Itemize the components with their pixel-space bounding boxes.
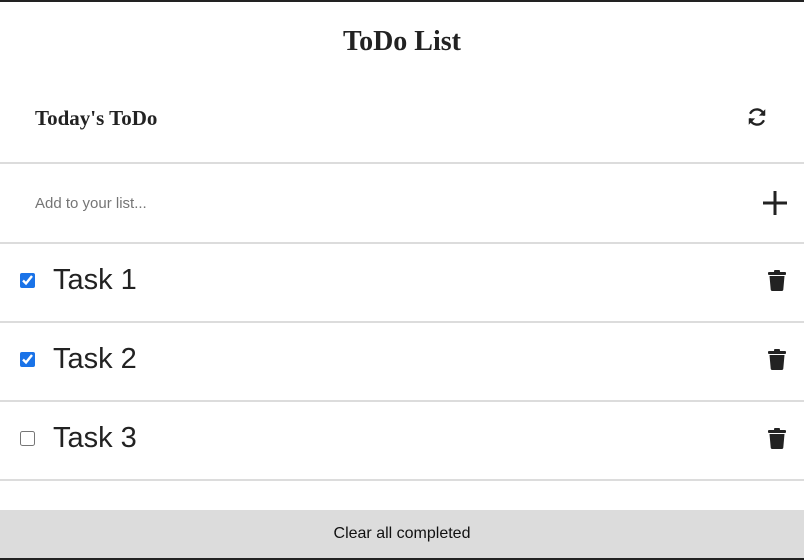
plus-icon [763, 191, 787, 215]
list-header: Today's ToDo [0, 82, 804, 164]
trash-icon [768, 348, 786, 370]
refresh-icon [748, 108, 766, 126]
clear-completed-button[interactable]: Clear all completed [0, 510, 804, 558]
list-title: Today's ToDo [35, 106, 158, 130]
task-row: Task 3 [0, 402, 804, 481]
task-checkbox[interactable] [20, 352, 35, 367]
task-checkbox[interactable] [20, 431, 35, 446]
task-checkbox[interactable] [20, 273, 35, 288]
trash-icon [768, 427, 786, 449]
task-row: Task 2 [0, 323, 804, 402]
delete-task-button[interactable] [767, 348, 787, 370]
delete-task-button[interactable] [767, 269, 787, 291]
top-border [0, 0, 804, 2]
trash-icon [768, 269, 786, 291]
task-label: Task 1 [53, 264, 137, 296]
add-task-row [0, 164, 804, 244]
delete-task-button[interactable] [767, 427, 787, 449]
refresh-button[interactable] [744, 104, 770, 130]
add-task-button[interactable] [760, 188, 790, 218]
task-label: Task 2 [53, 343, 137, 375]
add-task-input[interactable] [35, 188, 715, 218]
task-label: Task 3 [53, 422, 137, 454]
task-row: Task 1 [0, 244, 804, 323]
app-title: ToDo List [342, 26, 461, 57]
task-list: Task 1 Task 2 Task 3 [0, 244, 804, 481]
